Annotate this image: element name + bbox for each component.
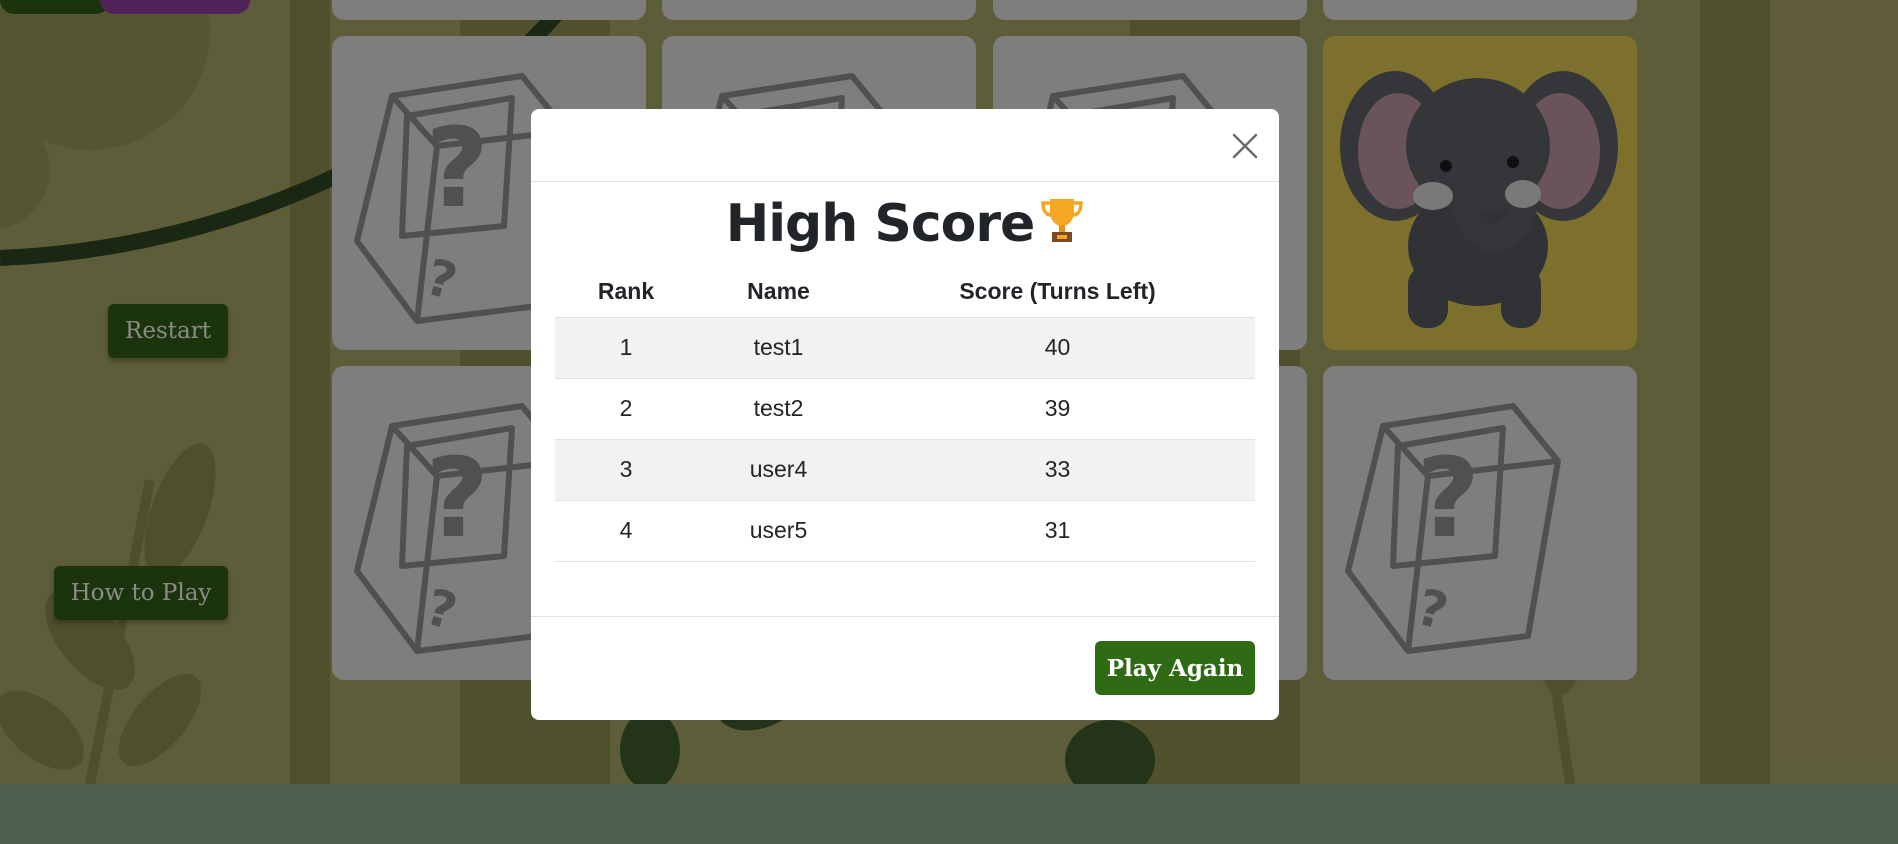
column-header-name: Name [697, 267, 860, 318]
close-button[interactable] [1229, 130, 1261, 162]
table-row: 2 test2 39 [555, 378, 1255, 440]
name-cell: test1 [697, 317, 860, 379]
high-score-modal: High Score Rank Name Score (Turns Left) [531, 109, 1279, 720]
modal-title: High Score [531, 194, 1279, 258]
high-score-table: Rank Name Score (Turns Left) 1 test1 40 … [555, 267, 1255, 562]
score-cell: 31 [860, 500, 1255, 562]
table-row: 3 user4 33 [555, 439, 1255, 501]
modal-body: High Score Rank Name Score (Turns Left) [531, 182, 1279, 616]
column-header-score: Score (Turns Left) [860, 267, 1255, 318]
modal-title-text: High Score [725, 194, 1036, 254]
name-cell: test2 [697, 378, 860, 440]
table-row: 1 test1 40 [555, 317, 1255, 379]
rank-cell: 4 [555, 500, 697, 562]
rank-cell: 2 [555, 378, 697, 440]
play-again-button[interactable]: Play Again [1095, 641, 1255, 695]
rank-cell: 1 [555, 317, 697, 379]
score-cell: 40 [860, 317, 1255, 379]
rank-cell: 3 [555, 439, 697, 501]
modal-footer: Play Again [531, 616, 1279, 720]
name-cell: user5 [697, 500, 860, 562]
trophy-icon [1040, 195, 1084, 258]
modal-header [531, 109, 1279, 182]
score-cell: 39 [860, 378, 1255, 440]
table-header-row: Rank Name Score (Turns Left) [555, 267, 1255, 318]
score-cell: 33 [860, 439, 1255, 501]
close-icon [1232, 133, 1258, 159]
column-header-rank: Rank [555, 267, 697, 318]
table-row: 4 user5 31 [555, 500, 1255, 562]
name-cell: user4 [697, 439, 860, 501]
